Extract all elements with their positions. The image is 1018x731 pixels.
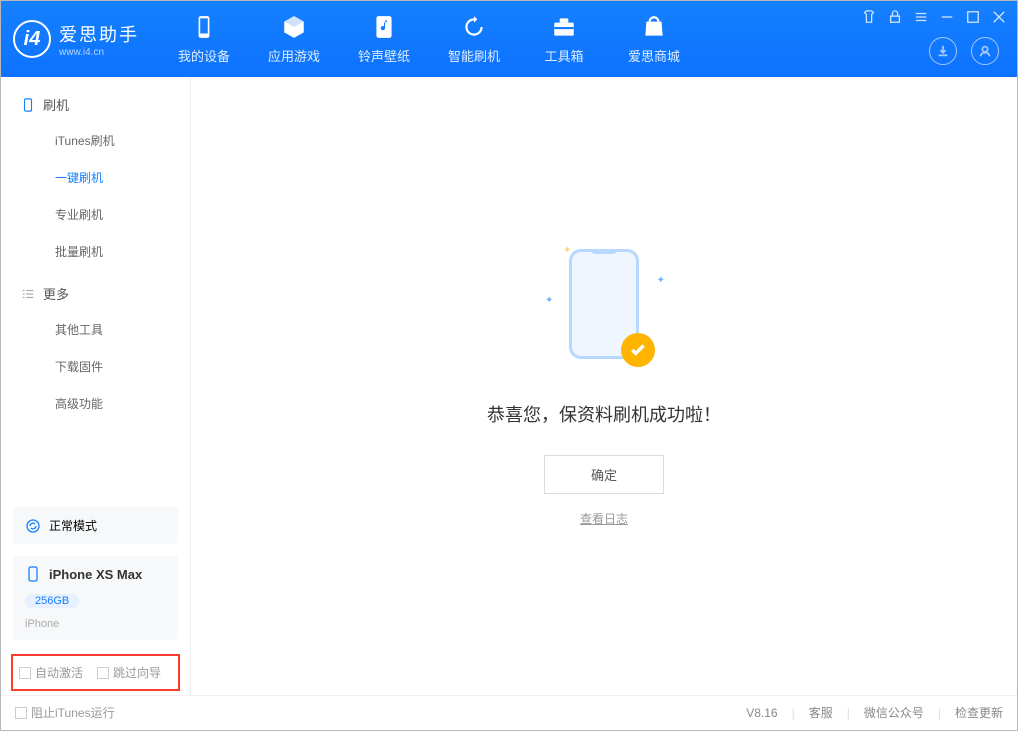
view-log-link[interactable]: 查看日志 [580,510,628,527]
nav-label: 铃声壁纸 [358,46,410,65]
sidebar-group-more: 更多 [1,284,190,311]
device-mode-card[interactable]: 正常模式 [13,507,178,544]
sidebar-item-other[interactable]: 其他工具 [1,311,190,348]
sync-icon [25,518,41,534]
checkbox-label: 阻止iTunes运行 [31,704,115,721]
window-controls [861,9,1007,25]
checkbox-label: 跳过向导 [113,664,161,681]
music-icon [371,14,397,40]
sidebar-item-advanced[interactable]: 高级功能 [1,385,190,422]
title-bar: i4 爱思助手 www.i4.cn 我的设备 应用游戏 铃声壁纸 智能刷机 工具… [1,1,1017,77]
device-mode-text: 正常模式 [49,517,97,534]
nav-tab-ringtones[interactable]: 铃声壁纸 [339,1,429,77]
checkbox-label: 自动激活 [35,664,83,681]
toolbox-icon [551,14,577,40]
nav-label: 我的设备 [178,46,230,65]
nav-label: 应用游戏 [268,46,320,65]
sparkle-icon: ✦ [545,295,553,306]
header-actions [929,37,999,65]
list-icon [21,287,35,301]
check-badge-icon [621,333,655,367]
nav-label: 智能刷机 [448,46,500,65]
shirt-icon[interactable] [861,9,877,25]
sidebar: 刷机 iTunes刷机 一键刷机 专业刷机 批量刷机 更多 其他工具 下载固件 … [1,77,191,695]
refresh-icon [461,14,487,40]
sidebar-group-title: 更多 [43,284,69,303]
nav-tab-apps[interactable]: 应用游戏 [249,1,339,77]
app-name: 爱思助手 [59,21,139,47]
checkbox-icon [15,707,27,719]
nav-tabs: 我的设备 应用游戏 铃声壁纸 智能刷机 工具箱 爱思商城 [159,1,699,77]
sidebar-group-title: 刷机 [43,95,69,114]
maximize-icon[interactable] [965,9,981,25]
device-icon [25,566,41,582]
ok-button[interactable]: 确定 [544,455,664,494]
checkbox-icon [19,667,31,679]
menu-icon[interactable] [913,9,929,25]
phone-outline-icon [21,98,35,112]
cube-icon [281,14,307,40]
user-button[interactable] [971,37,999,65]
footer-link-wechat[interactable]: 微信公众号 [864,704,924,721]
sidebar-item-pro[interactable]: 专业刷机 [1,196,190,233]
checkbox-skip-guide[interactable]: 跳过向导 [97,664,161,681]
device-storage-badge: 256GB [25,594,79,608]
main-content: ✦ ✦ ✦ 恭喜您，保资料刷机成功啦！ 确定 查看日志 [191,77,1017,695]
sidebar-item-itunes[interactable]: iTunes刷机 [1,122,190,159]
nav-tab-device[interactable]: 我的设备 [159,1,249,77]
device-name: iPhone XS Max [49,567,142,582]
success-illustration: ✦ ✦ ✦ [539,245,669,375]
logo: i4 爱思助手 www.i4.cn [13,20,159,58]
minimize-icon[interactable] [939,9,955,25]
close-icon[interactable] [991,9,1007,25]
status-bar: 阻止iTunes运行 V8.16 | 客服 | 微信公众号 | 检查更新 [1,695,1017,729]
nav-label: 工具箱 [544,46,583,65]
nav-tab-toolbox[interactable]: 工具箱 [519,1,609,77]
sidebar-group-flash: 刷机 [1,95,190,122]
checkbox-icon [97,667,109,679]
sparkle-icon: ✦ [657,275,665,286]
bag-icon [641,14,667,40]
version-label: V8.16 [746,706,777,720]
sidebar-item-oneclick[interactable]: 一键刷机 [1,159,190,196]
device-type: iPhone [25,618,59,630]
download-button[interactable] [929,37,957,65]
lock-icon[interactable] [887,9,903,25]
sidebar-item-batch[interactable]: 批量刷机 [1,233,190,270]
footer-link-update[interactable]: 检查更新 [955,704,1003,721]
checkbox-block-itunes[interactable]: 阻止iTunes运行 [15,704,115,721]
device-card[interactable]: iPhone XS Max 256GB iPhone [13,556,178,640]
checkbox-auto-activate[interactable]: 自动激活 [19,664,83,681]
logo-icon: i4 [13,20,51,58]
sidebar-item-firmware[interactable]: 下载固件 [1,348,190,385]
app-url: www.i4.cn [59,47,139,58]
bottom-options-highlighted: 自动激活 跳过向导 [11,654,180,691]
success-message: 恭喜您，保资料刷机成功啦！ [487,401,721,427]
nav-tab-store[interactable]: 爱思商城 [609,1,699,77]
phone-icon [191,14,217,40]
nav-label: 爱思商城 [628,46,680,65]
footer-link-support[interactable]: 客服 [809,704,833,721]
nav-tab-flash[interactable]: 智能刷机 [429,1,519,77]
